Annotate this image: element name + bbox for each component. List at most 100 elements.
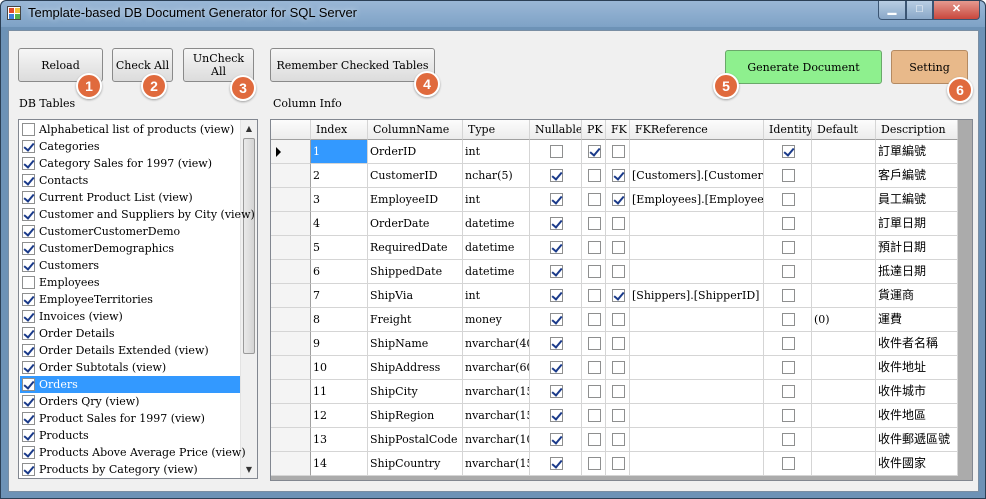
row-header[interactable] <box>271 164 311 188</box>
cell-name[interactable]: Freight <box>368 308 463 332</box>
table-checkbox[interactable] <box>22 157 35 170</box>
grid-corner-header[interactable] <box>271 120 311 140</box>
generate-document-button[interactable]: Generate Document <box>725 50 882 84</box>
identity-checkbox[interactable] <box>782 313 795 326</box>
cell-index[interactable]: 4 <box>311 212 368 236</box>
identity-checkbox[interactable] <box>782 241 795 254</box>
cell-default[interactable] <box>812 260 876 284</box>
nullable-checkbox[interactable] <box>550 457 563 470</box>
identity-checkbox[interactable] <box>782 169 795 182</box>
cell-nullable[interactable] <box>530 308 582 332</box>
table-list-item[interactable]: EmployeeTerritories <box>20 291 240 308</box>
cell-type[interactable]: datetime <box>463 260 530 284</box>
cell-fk[interactable] <box>606 212 630 236</box>
row-header[interactable] <box>271 308 311 332</box>
column-header[interactable]: PK <box>582 120 606 140</box>
cell-fkref[interactable] <box>630 260 764 284</box>
cell-desc[interactable]: 收件者名稱 <box>876 332 958 356</box>
cell-default[interactable]: (0) <box>812 308 876 332</box>
cell-default[interactable] <box>812 236 876 260</box>
nullable-checkbox[interactable] <box>550 313 563 326</box>
cell-identity[interactable] <box>764 332 812 356</box>
row-header[interactable] <box>271 236 311 260</box>
cell-fk[interactable] <box>606 332 630 356</box>
table-list-item[interactable]: Products by Category (view) <box>20 461 240 478</box>
table-list-item[interactable]: Products <box>20 427 240 444</box>
cell-desc[interactable]: 預計日期 <box>876 236 958 260</box>
cell-type[interactable]: nchar(5) <box>463 164 530 188</box>
fk-checkbox[interactable] <box>612 313 625 326</box>
table-checkbox[interactable] <box>22 191 35 204</box>
cell-fkref[interactable] <box>630 332 764 356</box>
cell-index[interactable]: 14 <box>311 452 368 476</box>
cell-desc[interactable]: 客戶編號 <box>876 164 958 188</box>
pk-checkbox[interactable] <box>588 169 601 182</box>
cell-pk[interactable] <box>582 404 606 428</box>
cell-fkref[interactable] <box>630 380 764 404</box>
table-row[interactable]: 7 ShipVia int [Shippers].[ShipperID] 貨運商 <box>271 284 958 308</box>
nullable-checkbox[interactable] <box>550 289 563 302</box>
cell-index[interactable]: 7 <box>311 284 368 308</box>
cell-fk[interactable] <box>606 356 630 380</box>
identity-checkbox[interactable] <box>782 361 795 374</box>
cell-fkref[interactable] <box>630 236 764 260</box>
cell-index[interactable]: 8 <box>311 308 368 332</box>
identity-checkbox[interactable] <box>782 337 795 350</box>
cell-fkref[interactable] <box>630 404 764 428</box>
row-header[interactable] <box>271 212 311 236</box>
cell-desc[interactable]: 收件城市 <box>876 380 958 404</box>
table-list-item[interactable]: Customer and Suppliers by City (view) <box>20 206 255 223</box>
table-row[interactable]: 4 OrderDate datetime 訂單日期 <box>271 212 958 236</box>
table-row[interactable]: 14ShipCountrynvarchar(15) 收件國家 <box>271 452 958 476</box>
cell-index[interactable]: 6 <box>311 260 368 284</box>
cell-index[interactable]: 2 <box>311 164 368 188</box>
table-checkbox[interactable] <box>22 174 35 187</box>
row-header[interactable] <box>271 140 311 164</box>
pk-checkbox[interactable] <box>588 145 601 158</box>
cell-default[interactable] <box>812 284 876 308</box>
cell-type[interactable]: int <box>463 188 530 212</box>
cell-type[interactable]: nvarchar(60) <box>463 356 530 380</box>
table-checkbox[interactable] <box>22 344 35 357</box>
pk-checkbox[interactable] <box>588 433 601 446</box>
close-button[interactable]: ✕ <box>933 1 980 20</box>
fk-checkbox[interactable] <box>612 145 625 158</box>
cell-desc[interactable]: 收件地區 <box>876 404 958 428</box>
cell-index[interactable]: 5 <box>311 236 368 260</box>
table-list-item[interactable]: Products Above Average Price (view) <box>20 444 246 461</box>
cell-identity[interactable] <box>764 260 812 284</box>
cell-index[interactable]: 13 <box>311 428 368 452</box>
cell-identity[interactable] <box>764 452 812 476</box>
cell-type[interactable]: nvarchar(40) <box>463 332 530 356</box>
fk-checkbox[interactable] <box>612 409 625 422</box>
table-list-item[interactable]: Employees <box>20 274 240 291</box>
cell-pk[interactable] <box>582 380 606 404</box>
cell-pk[interactable] <box>582 356 606 380</box>
pk-checkbox[interactable] <box>588 457 601 470</box>
row-header[interactable] <box>271 452 311 476</box>
cell-pk[interactable] <box>582 284 606 308</box>
cell-fkref[interactable]: [Employees].[EmployeeID] <box>630 188 764 212</box>
cell-default[interactable] <box>812 356 876 380</box>
cell-fk[interactable] <box>606 428 630 452</box>
cell-identity[interactable] <box>764 140 812 164</box>
cell-type[interactable]: datetime <box>463 212 530 236</box>
identity-checkbox[interactable] <box>782 145 795 158</box>
row-header[interactable] <box>271 284 311 308</box>
nullable-checkbox[interactable] <box>550 241 563 254</box>
cell-name[interactable]: ShipRegion <box>368 404 463 428</box>
table-list-item[interactable]: Alphabetical list of products (view) <box>20 121 240 138</box>
pk-checkbox[interactable] <box>588 241 601 254</box>
cell-index[interactable]: 1 <box>311 140 368 164</box>
fk-checkbox[interactable] <box>612 361 625 374</box>
table-checkbox[interactable] <box>22 276 35 289</box>
table-row[interactable]: 13ShipPostalCodenvarchar(10) 收件郵遞區號 <box>271 428 958 452</box>
db-tables-list[interactable]: ▲ ▼ Alphabetical list of products (view)… <box>18 119 258 479</box>
cell-default[interactable] <box>812 332 876 356</box>
cell-fkref[interactable] <box>630 308 764 332</box>
cell-name[interactable]: ShipAddress <box>368 356 463 380</box>
cell-name[interactable]: OrderDate <box>368 212 463 236</box>
cell-fk[interactable] <box>606 236 630 260</box>
cell-pk[interactable] <box>582 308 606 332</box>
cell-fk[interactable] <box>606 188 630 212</box>
